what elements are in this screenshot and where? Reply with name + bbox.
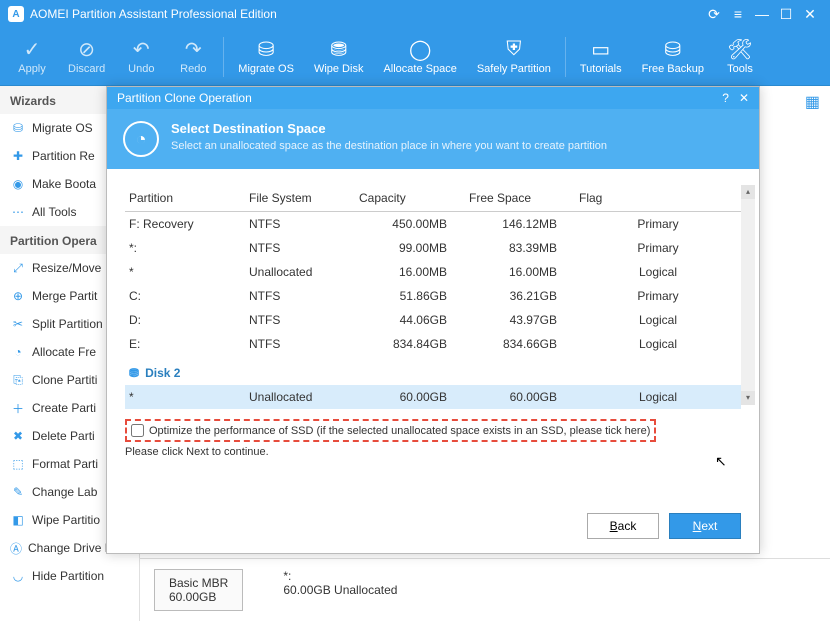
resize-icon: ⤢ <box>10 260 26 276</box>
col-capacity: Capacity <box>355 185 465 212</box>
maximize-icon[interactable]: ☐ <box>774 2 798 26</box>
redo-icon: ↷ <box>185 39 202 61</box>
free-backup-button[interactable]: ⛁Free Backup <box>632 35 714 79</box>
cd-icon: ◉ <box>10 176 26 192</box>
scroll-down-icon[interactable]: ▾ <box>741 391 755 405</box>
partition-table: Partition File System Capacity Free Spac… <box>125 185 741 409</box>
clone-modal: Partition Clone Operation ? ✕ ◔ Select D… <box>106 86 760 554</box>
mouse-cursor-icon: ↖ <box>715 453 727 470</box>
modal-body: Partition File System Capacity Free Spac… <box>107 169 759 503</box>
app-title: AOMEI Partition Assistant Professional E… <box>30 7 277 21</box>
create-icon: ＋ <box>10 400 26 416</box>
table-scrollbar[interactable]: ▴ ▾ <box>741 185 755 405</box>
modal-title: Partition Clone Operation <box>117 91 252 105</box>
delete-icon: ✖ <box>10 428 26 444</box>
table-row[interactable]: E:NTFS834.84GB834.66GBLogical <box>125 332 741 356</box>
pie-chart-icon: ◔ <box>123 121 159 157</box>
ssd-checkbox[interactable] <box>131 424 144 437</box>
col-free: Free Space <box>465 185 575 212</box>
modal-titlebar: Partition Clone Operation ? ✕ <box>107 87 759 109</box>
wipe-disk-button[interactable]: ⛃Wipe Disk <box>304 35 374 79</box>
close-icon[interactable]: ✕ <box>798 2 822 26</box>
col-flag: Flag <box>575 185 741 212</box>
merge-icon: ⊕ <box>10 288 26 304</box>
clone-icon: ⎘ <box>10 372 26 388</box>
disk-group-row[interactable]: ⛃Disk 2 <box>125 356 741 385</box>
table-row[interactable]: C:NTFS51.86GB36.21GBPrimary <box>125 284 741 308</box>
partition-letter: *: <box>283 569 397 583</box>
wipe-icon: ⛃ <box>330 39 347 61</box>
app-logo: A <box>8 6 24 22</box>
hint-text: Please click Next to continue. <box>125 446 741 458</box>
dots-icon: ⋯ <box>10 204 26 220</box>
undo-icon: ↶ <box>133 39 150 61</box>
partition-summary: *: 60.00GB Unallocated <box>283 569 397 611</box>
disk-summary-box[interactable]: Basic MBR 60.00GB <box>154 569 243 611</box>
discard-button[interactable]: ⊘Discard <box>58 35 115 79</box>
letter-icon: Ⓐ <box>10 540 22 556</box>
minimize-icon[interactable]: — <box>750 2 774 26</box>
shield-icon: ⛨ <box>506 39 521 61</box>
hdd-icon: ⛁ <box>258 39 275 61</box>
split-icon: ✂ <box>10 316 26 332</box>
sidebar-item-hide[interactable]: ◡Hide Partition <box>0 562 139 590</box>
tutorials-button[interactable]: ▭Tutorials <box>570 35 632 79</box>
table-header-row: Partition File System Capacity Free Spac… <box>125 185 741 212</box>
backup-icon: ⛁ <box>664 39 681 61</box>
menu-icon[interactable]: ≡ <box>726 2 750 26</box>
titlebar: A AOMEI Partition Assistant Professional… <box>0 0 830 28</box>
undo-button[interactable]: ↶Undo <box>115 35 167 79</box>
label-icon: ✎ <box>10 484 26 500</box>
ssd-optimize-row[interactable]: Optimize the performance of SSD (if the … <box>125 419 656 442</box>
discard-icon: ⊘ <box>78 39 95 61</box>
recovery-icon: ✚ <box>10 148 26 164</box>
allocate-icon: ◯ <box>409 39 431 61</box>
apply-button[interactable]: ✓Apply <box>6 35 58 79</box>
safely-partition-button[interactable]: ⛨Safely Partition <box>467 35 561 79</box>
tools-button[interactable]: 🛠Tools <box>714 35 766 79</box>
table-row[interactable]: F: RecoveryNTFS450.00MB146.12MBPrimary <box>125 212 741 237</box>
next-button[interactable]: Next <box>669 513 741 539</box>
disk-icon: ⛁ <box>10 120 26 136</box>
main-toolbar: ✓Apply ⊘Discard ↶Undo ↷Redo ⛁Migrate OS … <box>0 28 830 86</box>
col-partition: Partition <box>125 185 245 212</box>
wrench-icon: 🛠 <box>727 39 752 61</box>
modal-close-icon[interactable]: ✕ <box>739 91 749 105</box>
banner-title: Select Destination Space <box>171 121 607 136</box>
refresh-icon[interactable]: ⟳ <box>702 2 726 26</box>
back-button[interactable]: Back <box>587 513 659 539</box>
book-icon: ▭ <box>591 39 610 61</box>
pie-icon: ◔ <box>10 344 26 360</box>
eraser-icon: ◧ <box>10 512 26 528</box>
format-icon: ⬚ <box>10 456 26 472</box>
allocate-space-button[interactable]: ◯Allocate Space <box>373 35 466 79</box>
table-row[interactable]: *Unallocated16.00MB16.00MBLogical <box>125 260 741 284</box>
banner-subtitle: Select an unallocated space as the desti… <box>171 140 607 152</box>
disk-size: 60.00GB <box>169 590 228 604</box>
view-grid-icon[interactable]: ▦ <box>805 92 820 112</box>
modal-footer: Back Next <box>107 503 759 553</box>
redo-button[interactable]: ↷Redo <box>167 35 219 79</box>
help-icon[interactable]: ? <box>722 91 729 105</box>
check-icon: ✓ <box>24 39 41 61</box>
bottom-panel: Basic MBR 60.00GB *: 60.00GB Unallocated <box>140 558 830 621</box>
partition-desc: 60.00GB Unallocated <box>283 583 397 597</box>
table-row[interactable]: *:NTFS99.00MB83.39MBPrimary <box>125 236 741 260</box>
table-row[interactable]: D:NTFS44.06GB43.97GBLogical <box>125 308 741 332</box>
disk-type: Basic MBR <box>169 576 228 590</box>
modal-banner: ◔ Select Destination Space Select an una… <box>107 109 759 169</box>
migrate-os-button[interactable]: ⛁Migrate OS <box>228 35 304 79</box>
ssd-label: Optimize the performance of SSD (if the … <box>149 425 650 437</box>
col-fs: File System <box>245 185 355 212</box>
table-row-selected[interactable]: *Unallocated60.00GB60.00GBLogical <box>125 385 741 409</box>
scroll-up-icon[interactable]: ▴ <box>741 185 755 199</box>
hide-icon: ◡ <box>10 568 26 584</box>
